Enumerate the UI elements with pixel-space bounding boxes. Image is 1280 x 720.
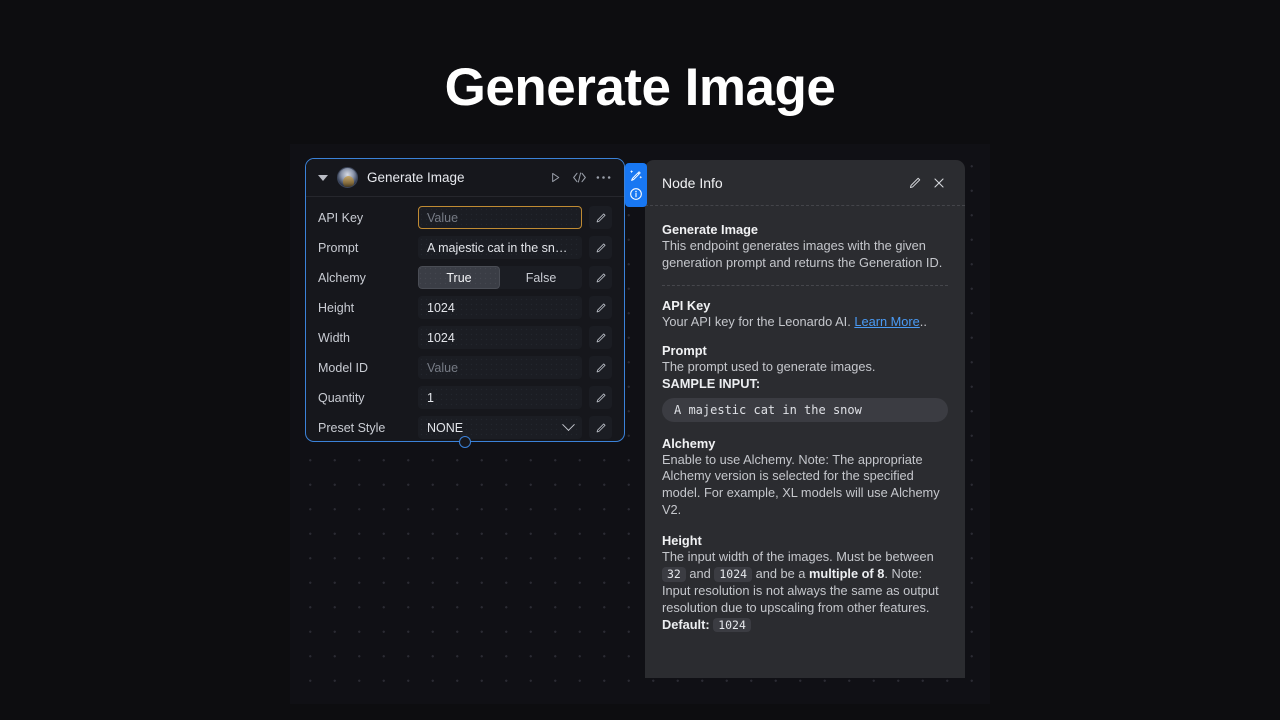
node-field-row: Width 1024: [306, 323, 624, 352]
field-value: 1024: [427, 301, 455, 315]
node-field-row: Prompt A majestic cat in the sn…: [306, 233, 624, 262]
code-brackets-icon[interactable]: [567, 166, 591, 190]
node-info-body: Generate Image This endpoint generates i…: [645, 206, 965, 634]
field-edit-pencil-icon[interactable]: [589, 416, 612, 439]
page-title: Generate Image: [0, 58, 1280, 119]
caret-down-icon[interactable]: [318, 175, 328, 181]
api-key-description: Your API key for the Leonardo AI.: [662, 314, 851, 329]
alchemy-title: Alchemy: [662, 436, 948, 451]
node-side-tab[interactable]: [625, 163, 647, 207]
section-alchemy: Alchemy Enable to use Alchemy. Note: The…: [662, 436, 948, 520]
field-value: NONE: [427, 421, 463, 435]
node-output-handle[interactable]: [459, 436, 471, 448]
height-default-row: Default: 1024: [662, 617, 948, 634]
field-edit-pencil-icon[interactable]: [589, 356, 612, 379]
field-input-quantity[interactable]: 1: [418, 386, 582, 409]
node-info-panel: Node Info Generate Image This endpoint g…: [645, 160, 965, 678]
field-label: Prompt: [318, 241, 418, 255]
toggle-option-false[interactable]: False: [500, 266, 582, 289]
section-overview: Generate Image This endpoint generates i…: [662, 222, 948, 272]
field-edit-pencil-icon[interactable]: [589, 266, 612, 289]
height-max-chip: 1024: [714, 567, 752, 582]
api-key-title: API Key: [662, 298, 948, 313]
learn-more-link[interactable]: Learn More: [854, 314, 919, 329]
node-field-row: Model ID Value: [306, 353, 624, 382]
field-edit-pencil-icon[interactable]: [589, 296, 612, 319]
height-title: Height: [662, 533, 948, 548]
node-info-header: Node Info: [645, 160, 965, 206]
field-edit-pencil-icon[interactable]: [589, 386, 612, 409]
node-info-title: Node Info: [662, 175, 903, 191]
field-input-width[interactable]: 1024: [418, 326, 582, 349]
section-api-key: API Key Your API key for the Leonardo AI…: [662, 298, 948, 331]
close-icon[interactable]: [927, 171, 951, 195]
field-label: Height: [318, 301, 418, 315]
section-height: Height The input width of the images. Mu…: [662, 533, 948, 633]
height-min-chip: 32: [662, 567, 686, 582]
field-label: Model ID: [318, 361, 418, 375]
play-icon[interactable]: [543, 166, 567, 190]
pencil-icon[interactable]: [903, 171, 927, 195]
height-text-part-1: The input width of the images. Must be b…: [662, 549, 934, 564]
field-label: Width: [318, 331, 418, 345]
field-label: Alchemy: [318, 271, 418, 285]
field-edit-pencil-icon[interactable]: [589, 326, 612, 349]
toggle-option-true[interactable]: True: [418, 266, 500, 289]
height-text: The input width of the images. Must be b…: [662, 549, 948, 617]
field-input-height[interactable]: 1024: [418, 296, 582, 319]
prompt-text: The prompt used to generate images.: [662, 359, 948, 376]
height-multiple-of: multiple of 8: [809, 566, 884, 581]
node-title: Generate Image: [367, 170, 543, 185]
node-field-row: Quantity 1: [306, 383, 624, 412]
node-field-row: AlchemyTrueFalse: [306, 263, 624, 292]
height-text-part-2: and: [689, 566, 710, 581]
field-value: 1024: [427, 331, 455, 345]
field-value: A majestic cat in the sn…: [427, 241, 567, 255]
section-prompt: Prompt The prompt used to generate image…: [662, 343, 948, 422]
field-value: 1: [427, 391, 434, 405]
chevron-down-icon[interactable]: [562, 418, 575, 431]
prompt-title: Prompt: [662, 343, 948, 358]
field-edit-pencil-icon[interactable]: [589, 206, 612, 229]
field-input-prompt[interactable]: A majestic cat in the sn…: [418, 236, 582, 259]
height-default-value: 1024: [713, 618, 751, 633]
node-field-row: Height 1024: [306, 293, 624, 322]
field-edit-pencil-icon[interactable]: [589, 236, 612, 259]
api-key-text: Your API key for the Leonardo AI. Learn …: [662, 314, 948, 331]
node-header[interactable]: Generate Image: [306, 159, 624, 197]
field-label: Preset Style: [318, 421, 418, 435]
node-field-row: API Key Value: [306, 203, 624, 232]
field-input-model-id[interactable]: Value: [418, 356, 582, 379]
generate-image-node[interactable]: Generate Image AP: [305, 158, 625, 442]
overview-text: This endpoint generates images with the …: [662, 238, 948, 272]
node-fields-list: API Key Value Prompt A majestic cat in the …: [306, 197, 624, 451]
prompt-sample-label: SAMPLE INPUT:: [662, 376, 948, 391]
overview-title: Generate Image: [662, 222, 948, 237]
field-label: Quantity: [318, 391, 418, 405]
screen-root: Generate Image Generate Image: [0, 0, 1280, 720]
alchemy-text: Enable to use Alchemy. Note: The appropr…: [662, 452, 948, 520]
field-placeholder: Value: [427, 361, 458, 375]
field-toggle-alchemy[interactable]: TrueFalse: [418, 266, 582, 289]
prompt-sample-value: A majestic cat in the snow: [662, 398, 948, 422]
height-text-part-3: and be a: [756, 566, 806, 581]
field-input-api-key[interactable]: Value: [418, 206, 582, 229]
info-circle-icon[interactable]: [629, 187, 643, 201]
height-default-label: Default:: [662, 617, 710, 632]
field-label: API Key: [318, 211, 418, 225]
more-horizontal-icon[interactable]: [591, 166, 615, 190]
api-key-link-suffix: ..: [920, 314, 927, 329]
node-avatar: [337, 167, 358, 188]
field-placeholder: Value: [427, 211, 458, 225]
section-divider: [662, 285, 948, 286]
magic-wand-icon[interactable]: [629, 169, 643, 183]
field-input-preset-style[interactable]: NONE: [418, 416, 582, 439]
